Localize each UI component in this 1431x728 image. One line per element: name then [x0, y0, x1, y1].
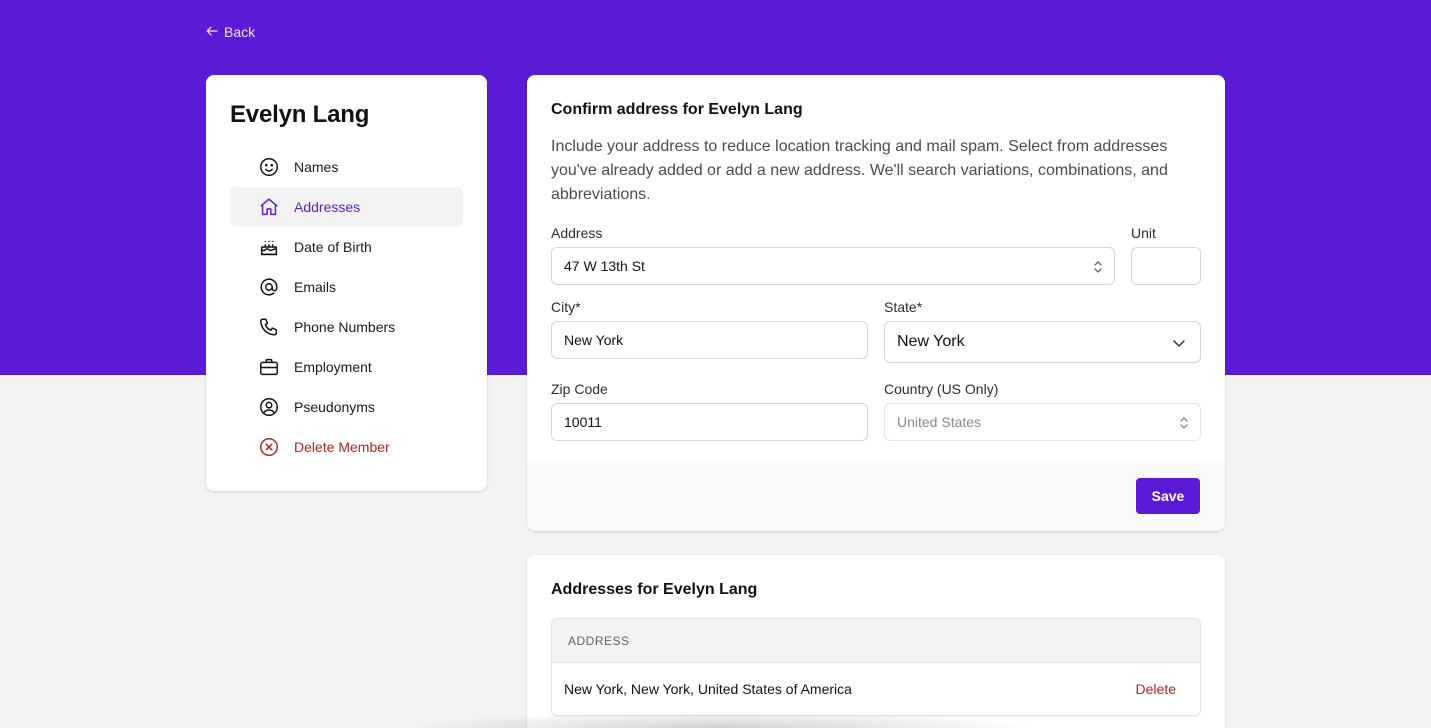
zip-field[interactable]: 10011	[551, 403, 868, 441]
sidebar-item-employment[interactable]: Employment	[230, 347, 463, 387]
unit-label: Unit	[1131, 225, 1156, 241]
confirm-description: Include your address to reduce location …	[551, 138, 1168, 203]
addresses-title: Addresses for Evelyn Lang	[551, 581, 758, 598]
delete-address-link[interactable]: Delete	[1136, 681, 1176, 697]
country-label: Country (US Only)	[884, 381, 999, 397]
sidebar-item-pseudonyms[interactable]: Pseudonyms	[230, 387, 463, 427]
chevron-up-down-icon	[1178, 414, 1190, 432]
sidebar-item-phone-numbers[interactable]: Phone Numbers	[230, 307, 463, 347]
address-value: 47 W 13th St	[564, 258, 645, 274]
sidebar-item-label: Addresses	[294, 199, 361, 215]
member-sidebar: Evelyn Lang Names Addresses Date of Birt…	[206, 75, 487, 491]
sidebar-item-label: Names	[294, 159, 339, 175]
back-label: Back	[224, 24, 256, 40]
sidebar-item-label: Pseudonyms	[294, 399, 375, 415]
city-field[interactable]: New York	[551, 321, 868, 359]
save-button[interactable]: Save	[1136, 478, 1200, 514]
zip-label: Zip Code	[551, 381, 608, 397]
briefcase-icon	[258, 356, 280, 378]
city-value: New York	[564, 332, 624, 348]
confirm-footer: Save	[527, 461, 1225, 531]
state-value: New York	[897, 333, 965, 350]
sidebar-item-names[interactable]: Names	[230, 147, 463, 187]
address-field[interactable]: 47 W 13th St	[551, 247, 1115, 285]
chevron-down-icon	[1172, 336, 1186, 350]
member-name: Evelyn Lang	[230, 101, 370, 128]
state-select[interactable]: New York	[884, 321, 1201, 363]
arrow-left-icon	[206, 24, 218, 40]
x-circle-icon	[258, 436, 280, 458]
country-select[interactable]: United States	[884, 403, 1201, 441]
back-link[interactable]: Back	[206, 24, 255, 40]
zip-value: 10011	[564, 414, 602, 430]
sidebar-item-delete-member[interactable]: Delete Member	[230, 427, 463, 467]
sidebar-item-label: Phone Numbers	[294, 319, 396, 335]
sidebar-item-emails[interactable]: Emails	[230, 267, 463, 307]
sidebar-item-label: Emails	[294, 279, 337, 295]
user-circle-icon	[258, 396, 280, 418]
at-sign-icon	[258, 276, 280, 298]
cake-icon	[258, 236, 280, 258]
sidebar-item-label: Employment	[294, 359, 372, 375]
sidebar-item-label: Delete Member	[294, 439, 390, 455]
table-row: New York, New York, United States of Ame…	[552, 663, 1200, 715]
smile-icon	[258, 156, 280, 178]
member-nav: Names Addresses Date of Birth Emails Pho…	[230, 147, 463, 467]
addresses-table: ADDRESS New York, New York, United State…	[551, 618, 1201, 716]
city-label: City*	[551, 299, 581, 315]
confirm-title: Confirm address for Evelyn Lang	[551, 101, 803, 118]
sidebar-item-date-of-birth[interactable]: Date of Birth	[230, 227, 463, 267]
addresses-card: Addresses for Evelyn Lang ADDRESS New Yo…	[527, 555, 1225, 728]
chevron-up-down-icon	[1092, 258, 1104, 276]
address-label: Address	[551, 225, 603, 241]
sidebar-item-addresses[interactable]: Addresses	[230, 187, 463, 227]
state-label: State*	[884, 299, 923, 315]
unit-field[interactable]	[1131, 247, 1201, 285]
country-value: United States	[897, 414, 982, 430]
sidebar-item-label: Date of Birth	[294, 239, 372, 255]
home-icon	[258, 196, 280, 218]
address-cell: New York, New York, United States of Ame…	[564, 681, 852, 697]
phone-icon	[258, 316, 280, 338]
confirm-address-card: Confirm address for Evelyn Lang Include …	[527, 75, 1225, 531]
table-header-address: ADDRESS	[552, 619, 1200, 663]
